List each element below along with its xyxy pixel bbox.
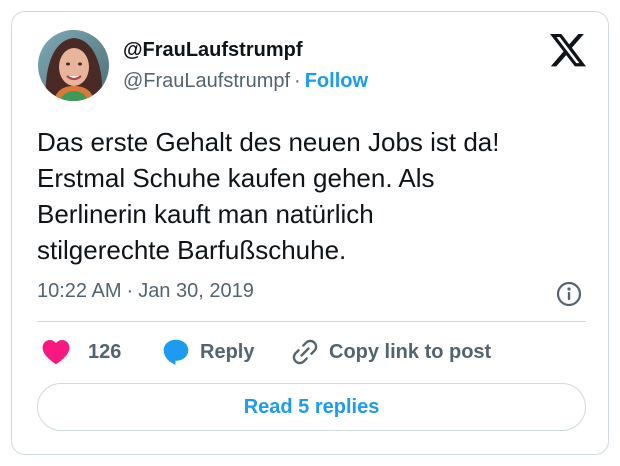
divider	[37, 321, 586, 322]
author-handle-row: @FrauLaufstrumpf · Follow	[123, 68, 368, 94]
tweet-text-line: stilgerechte Barfußschuhe.	[37, 235, 347, 265]
like-button[interactable]: 126	[42, 336, 121, 368]
speech-bubble-icon	[163, 339, 189, 365]
like-count: 126	[88, 340, 122, 363]
info-icon[interactable]	[556, 281, 582, 307]
avatar-image	[38, 30, 109, 101]
heart-icon	[42, 339, 70, 365]
tweet-card: @FrauLaufstrumpf @FrauLaufstrumpf · Follow…	[11, 11, 609, 455]
author-display-name[interactable]: @FrauLaufstrumpf	[123, 38, 303, 62]
link-icon	[292, 339, 318, 365]
separator-dot: ·	[294, 70, 301, 92]
reply-button[interactable]: Reply	[162, 336, 254, 368]
author-handle[interactable]: @FrauLaufstrumpf	[123, 70, 290, 92]
tweet-timestamp[interactable]: 10:22 AM · Jan 30, 2019	[37, 278, 254, 304]
copy-link-label: Copy link to post	[329, 340, 492, 363]
tweet-text: Das erste Gehalt des neuen Jobs ist da! …	[37, 124, 597, 268]
x-logo-icon[interactable]	[550, 34, 586, 67]
avatar[interactable]	[38, 30, 109, 101]
tweet-actions: 126 Reply Copy link to post	[37, 336, 586, 368]
follow-button[interactable]: Follow	[305, 70, 368, 92]
tweet-text-line: Erstmal Schuhe kaufen gehen. Als	[37, 163, 435, 193]
separator-dot: ·	[126, 280, 134, 302]
copy-link-button[interactable]: Copy link to post	[291, 336, 491, 368]
reply-label: Reply	[200, 340, 255, 363]
read-replies-button[interactable]: Read 5 replies	[37, 383, 586, 431]
tweet-text-line: Das erste Gehalt des neuen Jobs ist da!	[37, 127, 500, 157]
tweet-text-line: Berlinerin kauft man natürlich	[37, 199, 374, 229]
tweet-time: 10:22 AM	[37, 280, 122, 302]
tweet-date: Jan 30, 2019	[138, 280, 254, 302]
